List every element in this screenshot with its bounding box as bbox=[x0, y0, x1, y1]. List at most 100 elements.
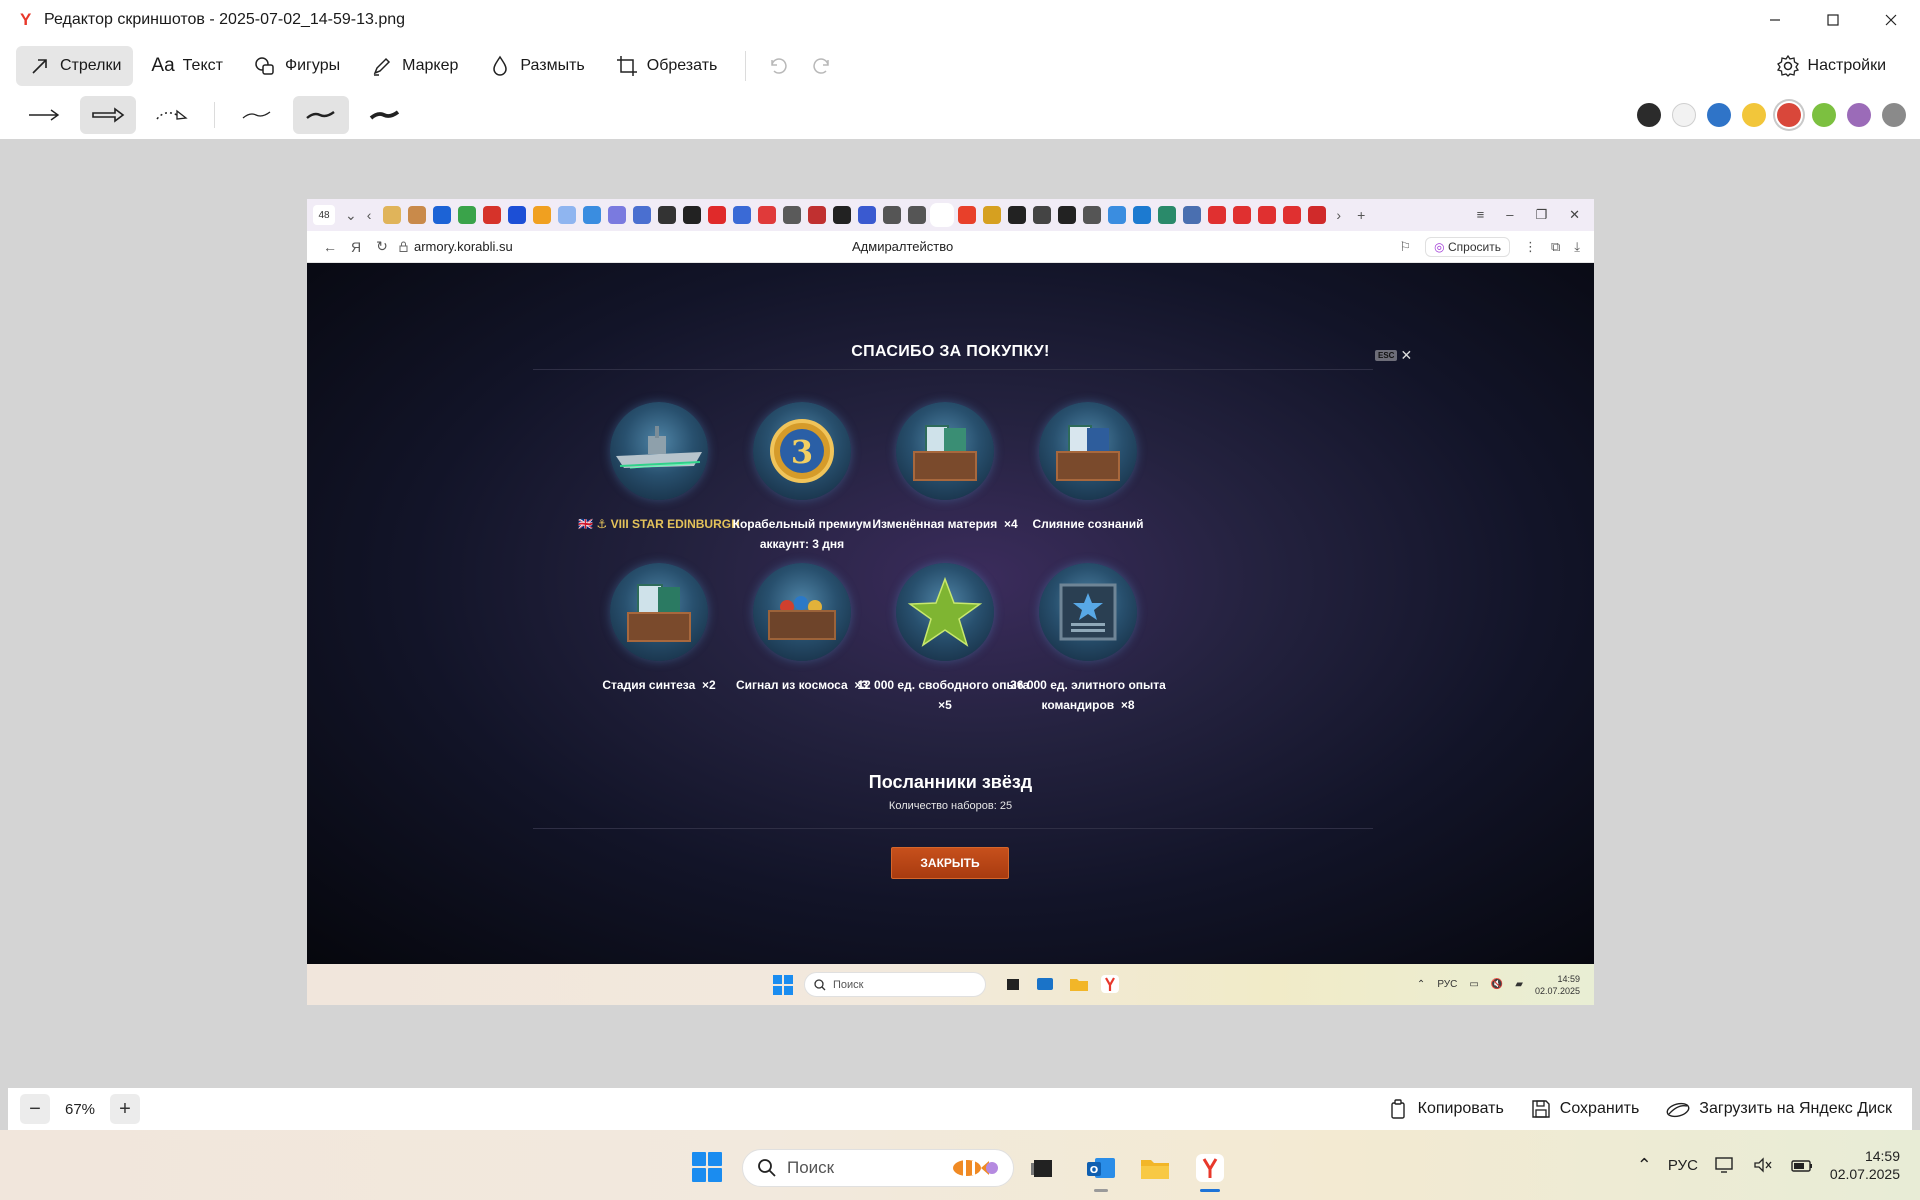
tab-favicon-icon[interactable] bbox=[758, 206, 777, 224]
arrow-style-dotted[interactable] bbox=[144, 96, 200, 134]
save-button[interactable]: Сохранить bbox=[1530, 1098, 1639, 1120]
color-swatch-5[interactable] bbox=[1777, 103, 1801, 127]
tab-favicon-icon[interactable] bbox=[558, 206, 577, 224]
more-icon[interactable]: ⋮ bbox=[1524, 239, 1537, 255]
redo-button[interactable] bbox=[800, 46, 844, 86]
tab-favicon-icon[interactable] bbox=[708, 206, 727, 224]
tab-favicon-icon[interactable] bbox=[1308, 206, 1327, 224]
tab-favicon-icon[interactable] bbox=[1133, 206, 1152, 224]
tab-favicon-icon[interactable] bbox=[458, 206, 477, 224]
color-swatch-2[interactable] bbox=[1672, 103, 1696, 127]
tool-text[interactable]: Aa Текст bbox=[139, 46, 235, 86]
yandex-browser-button[interactable] bbox=[1190, 1148, 1230, 1192]
tab-favicon-icon[interactable] bbox=[733, 206, 752, 224]
bookmark-icon[interactable]: ⚐ bbox=[1400, 239, 1412, 255]
color-swatch-1[interactable] bbox=[1637, 103, 1661, 127]
tab-favicon-icon[interactable] bbox=[658, 206, 677, 224]
tab-favicon-icon[interactable] bbox=[583, 206, 602, 224]
tab-favicon-icon[interactable] bbox=[1158, 206, 1177, 224]
settings-button[interactable]: Настройки bbox=[1764, 46, 1898, 86]
tab-favicon-icon[interactable] bbox=[1083, 206, 1102, 224]
tab-favicon-icon[interactable] bbox=[1208, 206, 1227, 224]
color-swatch-7[interactable] bbox=[1847, 103, 1871, 127]
browser-minimize-icon[interactable]: – bbox=[1506, 207, 1513, 223]
tray-overflow-icon[interactable]: ⌃ bbox=[1637, 1155, 1652, 1176]
tab-favicon-icon[interactable] bbox=[483, 206, 502, 224]
close-window-button[interactable] bbox=[1862, 0, 1920, 40]
minimize-button[interactable] bbox=[1746, 0, 1804, 40]
tab-favicon-icon[interactable] bbox=[683, 206, 702, 224]
color-swatch-4[interactable] bbox=[1742, 103, 1766, 127]
browser-restore-icon[interactable]: ❐ bbox=[1535, 207, 1547, 223]
tool-shapes[interactable]: Фигуры bbox=[241, 46, 352, 86]
tool-arrows[interactable]: Стрелки bbox=[16, 45, 134, 86]
close-modal-button[interactable]: ESC ✕ bbox=[1375, 347, 1412, 364]
reward-elite-xp[interactable]: 36 000 ед. элитного опыта командиров ×8 bbox=[998, 563, 1178, 715]
tab-favicon-icon[interactable] bbox=[1108, 206, 1127, 224]
tab-favicon-icon[interactable] bbox=[908, 206, 927, 224]
volume-muted-icon[interactable] bbox=[1752, 1155, 1774, 1175]
tab-favicon-icon[interactable] bbox=[1033, 206, 1052, 224]
tool-crop[interactable]: Обрезать bbox=[603, 46, 730, 86]
task-view-button[interactable] bbox=[1022, 1148, 1062, 1188]
network-icon[interactable] bbox=[1714, 1155, 1736, 1175]
taskbar-search[interactable]: Поиск bbox=[742, 1149, 1014, 1187]
color-swatch-3[interactable] bbox=[1707, 103, 1731, 127]
arrow-style-bold[interactable] bbox=[80, 96, 136, 134]
tab-favicon-icon[interactable] bbox=[1008, 206, 1027, 224]
tab-favicon-icon[interactable] bbox=[883, 206, 902, 224]
tab-favicon-icon[interactable] bbox=[933, 206, 952, 224]
tab-favicon-icon[interactable] bbox=[383, 206, 402, 224]
tab-favicon-icon[interactable] bbox=[408, 206, 427, 224]
zoom-out-button[interactable]: − bbox=[20, 1094, 50, 1124]
upload-yandex-disk-button[interactable]: Загрузить на Яндекс Диск bbox=[1665, 1098, 1892, 1120]
tab-counter[interactable]: 48 bbox=[313, 205, 335, 225]
tab-favicon-icon[interactable] bbox=[508, 206, 527, 224]
undo-button[interactable] bbox=[756, 46, 800, 86]
tab-favicon-icon[interactable] bbox=[1258, 206, 1277, 224]
start-button[interactable] bbox=[692, 1152, 722, 1182]
stroke-thin[interactable] bbox=[229, 96, 285, 134]
tab-favicon-icon[interactable] bbox=[608, 206, 627, 224]
tab-favicon-icon[interactable] bbox=[1233, 206, 1252, 224]
tab-favicon-icon[interactable] bbox=[958, 206, 977, 224]
tab-favicon-icon[interactable] bbox=[808, 206, 827, 224]
zoom-in-button[interactable]: + bbox=[110, 1094, 140, 1124]
tab-favicon-icon[interactable] bbox=[1283, 206, 1302, 224]
tab-favicon-icon[interactable] bbox=[433, 206, 452, 224]
language-indicator[interactable]: РУС bbox=[1668, 1157, 1698, 1174]
chevron-left-icon[interactable]: ‹ bbox=[367, 207, 372, 223]
color-swatch-6[interactable] bbox=[1812, 103, 1836, 127]
tool-marker[interactable]: Маркер bbox=[358, 46, 470, 86]
tab-favicon-icon[interactable] bbox=[833, 206, 852, 224]
browser-menu-icon[interactable]: ≡ bbox=[1477, 207, 1485, 223]
chevron-right-icon[interactable]: › bbox=[1336, 207, 1341, 223]
tab-favicon-icon[interactable] bbox=[858, 206, 877, 224]
clock[interactable]: 14:59 02.07.2025 bbox=[1830, 1147, 1900, 1183]
ask-alice-button[interactable]: ◎ Спросить bbox=[1425, 236, 1510, 257]
arrow-style-thin[interactable] bbox=[16, 96, 72, 134]
url-field[interactable]: armory.korabli.su bbox=[399, 239, 513, 254]
stroke-medium[interactable] bbox=[293, 96, 349, 134]
modal-close-button[interactable]: ЗАКРЫТЬ bbox=[891, 847, 1009, 879]
reward-mind-merge[interactable]: Слияние сознаний bbox=[998, 402, 1178, 534]
tab-favicon-icon[interactable] bbox=[1058, 206, 1077, 224]
battery-icon[interactable] bbox=[1790, 1155, 1814, 1175]
maximize-button[interactable] bbox=[1804, 0, 1862, 40]
file-explorer-button[interactable] bbox=[1135, 1148, 1175, 1188]
outlook-button[interactable]: O bbox=[1081, 1148, 1121, 1192]
stroke-thick[interactable] bbox=[357, 96, 413, 134]
copy-button[interactable]: Копировать bbox=[1388, 1098, 1504, 1120]
color-swatch-8[interactable] bbox=[1882, 103, 1906, 127]
tab-favicon-icon[interactable] bbox=[533, 206, 552, 224]
extensions-icon[interactable]: ⧉ bbox=[1551, 239, 1560, 255]
download-icon[interactable]: ⤓ bbox=[1574, 239, 1580, 255]
reload-icon[interactable]: ↻ bbox=[369, 238, 395, 255]
tab-favicon-icon[interactable] bbox=[783, 206, 802, 224]
tab-favicon-icon[interactable] bbox=[983, 206, 1002, 224]
tool-blur[interactable]: Размыть bbox=[476, 46, 596, 86]
browser-close-icon[interactable]: ✕ bbox=[1569, 207, 1580, 223]
tab-favicon-icon[interactable] bbox=[633, 206, 652, 224]
new-tab-icon[interactable]: + bbox=[1357, 207, 1365, 223]
back-icon[interactable]: ← bbox=[317, 239, 343, 255]
